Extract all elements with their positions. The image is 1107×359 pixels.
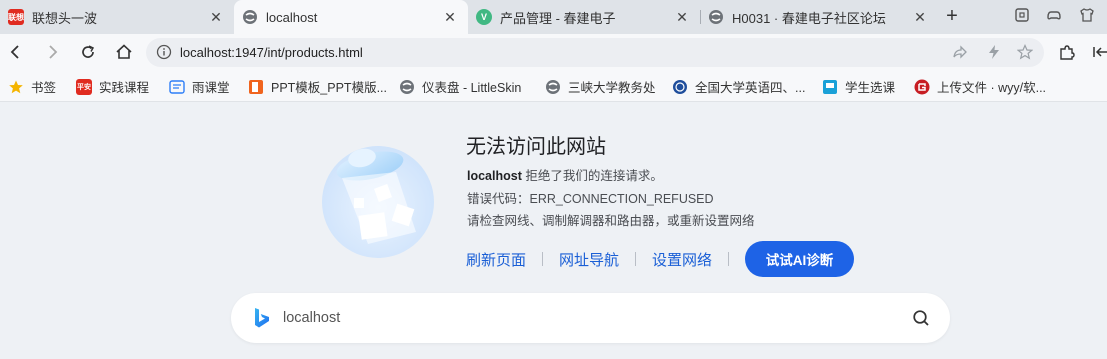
tab-title: H0031 · 春建电子社区论坛: [732, 10, 886, 26]
tab-4[interactable]: H0031 · 春建电子社区论坛 ✕: [700, 0, 938, 34]
url-text[interactable]: localhost:1947/int/products.html: [180, 45, 363, 60]
ppt-icon: [249, 79, 263, 94]
tab-actions-icon[interactable]: [1013, 6, 1031, 24]
url-navigation-link[interactable]: 网址导航: [559, 249, 619, 270]
gitee-icon: [914, 79, 930, 94]
new-tab-plus-icon[interactable]: +: [942, 6, 962, 26]
bookmark-label: 雨课堂: [192, 81, 230, 95]
error-code: 错误代码：ERR_CONNECTION_REFUSED: [467, 192, 714, 206]
error-message-text: 拒绝了我们的连接请求。: [525, 169, 663, 183]
shirt-skin-icon[interactable]: [1078, 6, 1096, 24]
ufo-illustration-icon: [322, 146, 434, 258]
close-icon[interactable]: ✕: [674, 9, 690, 25]
divider: [542, 252, 544, 266]
divider: [635, 252, 637, 266]
close-icon[interactable]: ✕: [442, 9, 458, 25]
lightning-icon[interactable]: [986, 44, 1002, 60]
bookmark-practice-course[interactable]: 平安 实践课程: [76, 77, 149, 96]
bookmark-label: 学生选课: [845, 81, 896, 95]
bookmark-label: PPT模板_PPT模版...: [271, 81, 387, 95]
lenovo-favicon-icon: 联想: [8, 9, 24, 25]
divider: [728, 252, 730, 266]
bing-logo-icon: [255, 308, 269, 328]
vue-favicon-icon: V: [476, 9, 492, 25]
back-arrow-icon[interactable]: [6, 42, 26, 62]
extensions-game-icon[interactable]: [1045, 6, 1063, 24]
course-icon: [823, 79, 837, 94]
error-page: 无法访问此网站 localhost 拒绝了我们的连接请求。 错误代码：ERR_C…: [0, 102, 1107, 359]
bookmark-label: 全国大学英语四、...: [695, 81, 806, 95]
close-icon[interactable]: ✕: [208, 9, 224, 25]
bookmark-gitee-upload[interactable]: 上传文件 · wyy/软...: [914, 77, 1046, 96]
home-icon[interactable]: [114, 42, 134, 62]
error-title: 无法访问此网站: [466, 136, 606, 158]
tab-title: 联想头一波: [32, 10, 98, 26]
search-box[interactable]: [231, 293, 950, 343]
close-icon[interactable]: ✕: [912, 9, 928, 25]
address-bar[interactable]: localhost:1947/int/products.html: [146, 38, 1044, 67]
globe-icon: [400, 79, 414, 94]
bookmark-label: 仪表盘 - LittleSkin: [422, 81, 522, 95]
tab-strip: 联想 联想头一波 ✕ localhost ✕ V 产品管理 - 春建电子 ✕ H…: [0, 0, 1107, 34]
error-host: localhost: [467, 169, 522, 183]
bookmark-course-select[interactable]: 学生选课: [822, 77, 895, 96]
site-info-icon[interactable]: [156, 44, 172, 60]
star-bookmark-icon[interactable]: [1017, 44, 1033, 60]
search-icon[interactable]: [912, 309, 930, 327]
bookmark-label: 书签: [31, 81, 57, 95]
yuketang-icon: [169, 79, 185, 94]
pingan-icon: 平安: [76, 78, 92, 95]
share-icon[interactable]: [952, 44, 968, 60]
globe-favicon-icon: [708, 9, 724, 25]
history-back-icon[interactable]: [1092, 43, 1107, 61]
bookmark-ppt[interactable]: PPT模板_PPT模版...: [248, 77, 387, 96]
bookmark-label: 上传文件 · wyy/软...: [937, 81, 1047, 95]
network-settings-link[interactable]: 设置网络: [652, 249, 712, 270]
globe-favicon-icon: [242, 9, 258, 25]
tab-2[interactable]: localhost ✕: [234, 0, 468, 34]
bookmark-cet[interactable]: 全国大学英语四、...: [672, 77, 805, 96]
forward-arrow-icon[interactable]: [42, 42, 62, 62]
cet-icon: [673, 79, 687, 94]
ai-diagnose-button[interactable]: 试试AI诊断: [745, 241, 855, 277]
bookmark-label: 三峡大学教务处: [568, 81, 656, 95]
extensions-puzzle-icon[interactable]: [1058, 43, 1076, 61]
error-hint: 请检查网线、调制解调器和路由器，或重新设置网络: [467, 214, 755, 228]
tab-title: 产品管理 - 春建电子: [500, 10, 616, 26]
bookmark-yuketang[interactable]: 雨课堂: [169, 77, 230, 96]
error-actions: 刷新页面 网址导航 设置网络 试试AI诊断: [466, 241, 855, 277]
star-icon: [9, 80, 23, 93]
bookmarks-bar: 书签 平安 实践课程 雨课堂 PPT模板_PPT模版... 仪表盘 - Litt…: [0, 70, 1107, 102]
tab-1[interactable]: 联想 联想头一波 ✕: [0, 0, 234, 34]
bookmark-ctgu-jwc[interactable]: 三峡大学教务处: [545, 77, 656, 96]
browser-toolbar: localhost:1947/int/products.html: [0, 34, 1107, 70]
bookmark-label: 实践课程: [99, 81, 150, 95]
search-input[interactable]: [283, 307, 883, 329]
tab-title: localhost: [266, 9, 318, 25]
bookmark-folder-bookmarks[interactable]: 书签: [8, 77, 56, 96]
error-message: localhost 拒绝了我们的连接请求。: [467, 165, 663, 184]
refresh-page-link[interactable]: 刷新页面: [466, 249, 526, 270]
tab-3[interactable]: V 产品管理 - 春建电子 ✕: [468, 0, 700, 34]
bookmark-littleskin[interactable]: 仪表盘 - LittleSkin: [399, 77, 521, 96]
globe-icon: [546, 79, 560, 94]
reload-icon[interactable]: [78, 42, 98, 62]
